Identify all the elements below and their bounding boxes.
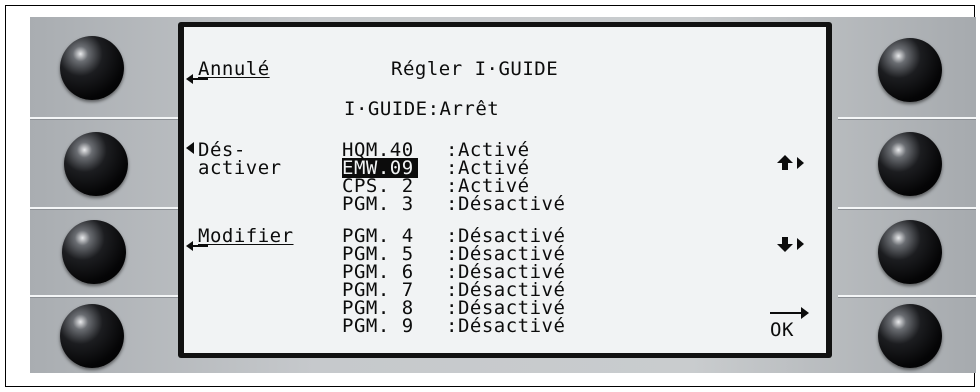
scroll-down-icon[interactable] (776, 235, 806, 253)
deactivate-softkey-label-2[interactable]: activer (198, 158, 282, 178)
screen-title: Régler I·GUIDE (391, 58, 559, 80)
modify-softkey-label[interactable]: Modifier (198, 226, 294, 246)
right-softkey-4[interactable] (878, 304, 942, 368)
ok-arrow-icon (770, 306, 810, 320)
left-softkey-2[interactable] (64, 132, 128, 196)
right-softkey-3[interactable] (878, 220, 942, 284)
left-softkey-3[interactable] (62, 220, 126, 284)
cancel-softkey-label[interactable]: Annulé (198, 59, 270, 79)
left-softkey-4[interactable] (60, 304, 124, 368)
program-state: :Désactivé (446, 193, 566, 215)
lcd-screen: Annulé Régler I·GUIDE I·GUIDE:Arrêt Dés-… (184, 27, 826, 353)
left-softkey-1[interactable] (60, 36, 124, 100)
program-name: PGM. 3 (342, 193, 414, 215)
ok-softkey-label[interactable]: OK (770, 320, 794, 340)
scroll-up-icon[interactable] (776, 154, 806, 172)
program-name: PGM. 9 (342, 315, 414, 337)
iguide-status: I·GUIDE:Arrêt (344, 98, 500, 120)
right-softkey-2[interactable] (878, 132, 942, 196)
deactivate-arrow-icon (186, 141, 196, 154)
right-softkey-1[interactable] (878, 38, 942, 102)
program-state: :Désactivé (446, 315, 566, 337)
